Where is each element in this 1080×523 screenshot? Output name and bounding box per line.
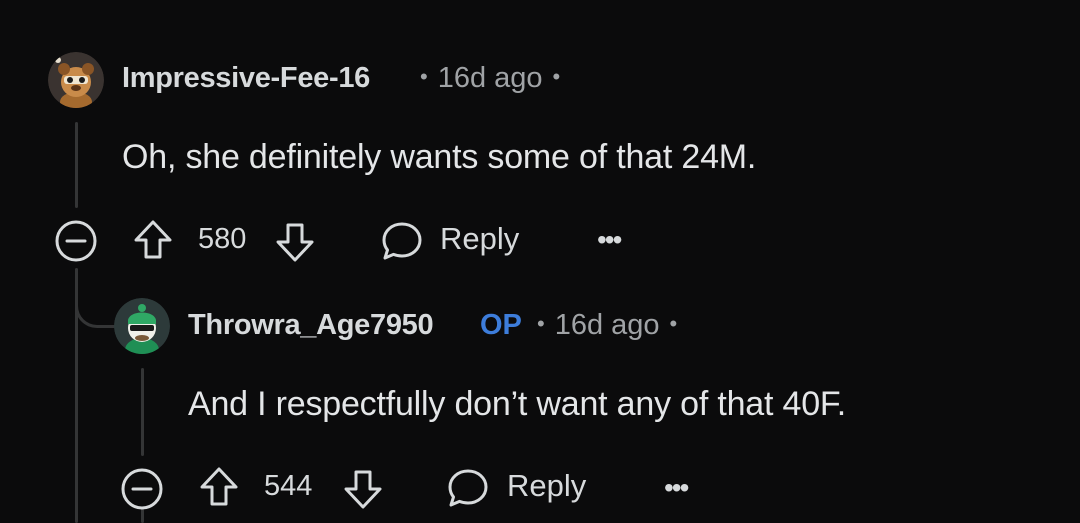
snoo-avatar-icon bbox=[114, 298, 170, 354]
reply-label: Reply bbox=[440, 221, 520, 256]
upvote-arrow-icon bbox=[200, 467, 238, 506]
op-badge: OP bbox=[480, 309, 522, 341]
separator-dot: • bbox=[420, 64, 428, 89]
comment-timestamp: 16d ago bbox=[437, 62, 543, 94]
thread-line bbox=[141, 368, 144, 456]
collapse-icon bbox=[121, 468, 163, 510]
vote-score: 544 bbox=[264, 470, 313, 502]
collapse-icon bbox=[55, 220, 97, 262]
more-options-button[interactable]: ••• bbox=[597, 224, 622, 256]
more-options-button[interactable]: ••• bbox=[664, 472, 689, 504]
comment-username[interactable]: Throwra_Age7950 bbox=[188, 309, 434, 342]
collapse-thread-button[interactable] bbox=[120, 467, 164, 516]
user-avatar[interactable] bbox=[48, 52, 104, 108]
comment-body: Oh, she definitely wants some of that 24… bbox=[122, 138, 757, 176]
collapse-thread-button[interactable] bbox=[54, 219, 98, 268]
comment-body: And I respectfully don’t want any of tha… bbox=[188, 385, 846, 423]
downvote-button[interactable] bbox=[342, 467, 384, 516]
separator-dot: • bbox=[537, 311, 545, 336]
vote-score: 580 bbox=[198, 223, 247, 255]
upvote-button[interactable] bbox=[198, 465, 240, 514]
speech-bubble-icon bbox=[446, 467, 490, 514]
downvote-arrow-icon bbox=[276, 223, 314, 262]
downvote-button[interactable] bbox=[274, 220, 316, 269]
thread-connector bbox=[75, 280, 118, 328]
thread-line bbox=[75, 122, 78, 208]
separator-dot: • bbox=[552, 64, 561, 89]
snoo-avatar-icon bbox=[48, 52, 104, 108]
comment-timestamp: 16d ago bbox=[554, 309, 660, 341]
downvote-arrow-icon bbox=[344, 470, 382, 509]
separator-dot: • bbox=[669, 311, 678, 336]
upvote-arrow-icon bbox=[134, 220, 172, 259]
user-avatar[interactable] bbox=[114, 298, 170, 354]
speech-bubble-icon bbox=[380, 220, 424, 267]
comment-meta: • 16d ago • bbox=[410, 62, 570, 95]
comment-meta: • 16d ago • bbox=[527, 309, 687, 342]
comment-username[interactable]: Impressive-Fee-16 bbox=[122, 62, 370, 95]
upvote-button[interactable] bbox=[132, 218, 174, 267]
reply-label: Reply bbox=[507, 468, 587, 503]
